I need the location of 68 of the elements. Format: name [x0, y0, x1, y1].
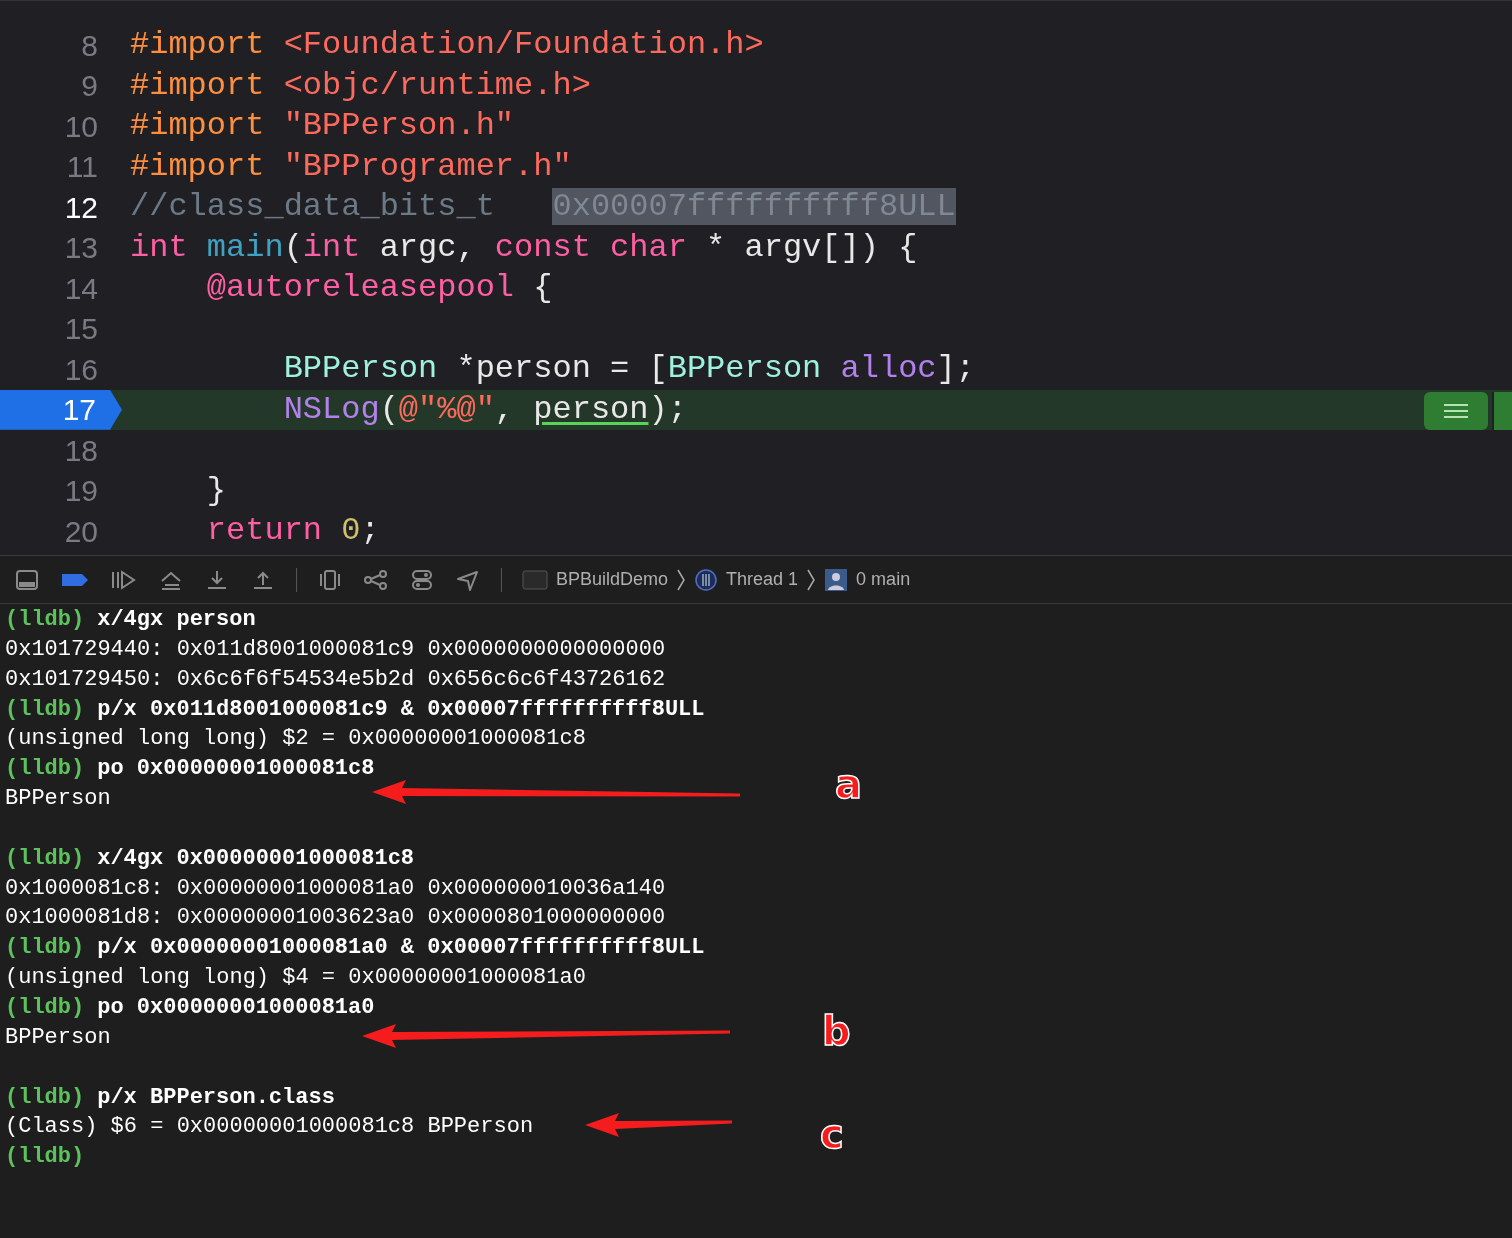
line-number: 13 — [63, 230, 99, 267]
code-line: #import <objc/runtime.h> — [129, 65, 591, 106]
chevron-icon — [676, 567, 687, 592]
lldb-prompt: (lldb) — [5, 993, 85, 1022]
console-output: (Class) $6 = 0x00000001000081c8 BPPerson — [5, 1113, 534, 1142]
annotation-label: a — [835, 764, 862, 804]
app-icon — [522, 568, 548, 591]
breadcrumb-item[interactable]: BPBuildDemo — [556, 566, 669, 593]
line-number: 10 — [63, 108, 99, 145]
console-command: p/x 0x011d8001000081c9 & 0x00007ffffffffff8ULL — [96, 695, 705, 724]
memory-graph-icon[interactable] — [363, 568, 389, 591]
environment-icon[interactable] — [409, 568, 435, 591]
breakpoint-badge[interactable] — [1424, 391, 1488, 430]
console-command: p/x BPPerson.class — [96, 1083, 335, 1112]
lldb-prompt: (lldb) — [5, 1143, 85, 1172]
code-line: return 0; — [205, 511, 380, 552]
console-output: 0x1000081c8: 0x00000001000081a0 0x000000010036a140 — [5, 874, 666, 903]
console-command: p/x 0x00000001000081a0 & 0x00007ffffffffff8ULL — [96, 934, 705, 963]
console-output: (unsigned long long) $2 = 0x00000001000081c8 — [5, 725, 586, 754]
line-number: 9 — [80, 68, 99, 105]
code-line: @autoreleasepool { — [205, 268, 553, 309]
console-output: BPPerson — [5, 1023, 111, 1052]
line-number: 19 — [63, 473, 99, 510]
line-number: 18 — [63, 432, 99, 469]
code-line: #import "BPProgramer.h" — [129, 146, 572, 187]
code-line: #import "BPPerson.h" — [129, 106, 515, 147]
location-icon[interactable] — [455, 568, 481, 591]
line-number: 15 — [63, 311, 99, 348]
console-output: 0x101729440: 0x011d8001000081c9 0x0000000000000000 — [5, 635, 666, 664]
line-number: 17 — [0, 389, 122, 430]
lldb-prompt: (lldb) — [5, 1083, 85, 1112]
line-number: 12 — [63, 189, 99, 226]
code-line: BPPerson *person = [BPPerson alloc]; — [282, 349, 975, 390]
lldb-prompt: (lldb) — [5, 755, 85, 784]
breadcrumb-item[interactable]: 0 main — [856, 566, 911, 593]
lldb-prompt: (lldb) — [5, 844, 85, 873]
panel-toggle-icon[interactable] — [14, 568, 40, 591]
lldb-prompt: (lldb) — [5, 695, 85, 724]
annotation-label: c — [820, 1114, 844, 1154]
view-hierarchy-icon[interactable] — [317, 568, 343, 591]
code-line: } — [205, 470, 226, 511]
continue-icon[interactable] — [110, 568, 138, 591]
line-number: 20 — [63, 513, 99, 550]
line-number: 11 — [65, 149, 99, 186]
scroll-marker — [1492, 391, 1512, 430]
console-command: po 0x00000001000081a0 — [96, 993, 375, 1022]
thread-icon — [694, 567, 719, 592]
code-line: NSLog(@"%@", person); — [282, 389, 687, 430]
console-command: x/4gx person — [96, 606, 256, 634]
annotation-label: b — [822, 1011, 851, 1051]
line-number: 8 — [80, 27, 99, 64]
code-line: #import <Foundation/Foundation.h> — [129, 25, 764, 66]
console-output: 0x1000081d8: 0x00000001003623a0 0x0000801000000000 — [5, 904, 666, 933]
list-icon — [1443, 402, 1469, 419]
line-number: 16 — [63, 351, 99, 388]
chevron-icon — [806, 567, 817, 592]
console-output: BPPerson — [5, 785, 111, 814]
console-command: x/4gx 0x00000001000081c8 — [96, 844, 415, 873]
lldb-prompt: (lldb) — [5, 606, 85, 634]
line-number: 14 — [63, 270, 99, 307]
person-icon — [824, 567, 849, 592]
console-command: po 0x00000001000081c8 — [96, 755, 375, 784]
console-output: 0x101729450: 0x6c6f6f54534e5b2d 0x656c6c6f43726162 — [5, 665, 666, 694]
breadcrumb-item[interactable]: Thread 1 — [726, 566, 799, 593]
lldb-prompt: (lldb) — [5, 934, 85, 963]
debug-console[interactable] — [0, 604, 1512, 1238]
code-line: int main(int argc, const char * argv[]) { — [129, 227, 918, 268]
console-output: (unsigned long long) $4 = 0x00000001000081a0 — [5, 964, 586, 993]
